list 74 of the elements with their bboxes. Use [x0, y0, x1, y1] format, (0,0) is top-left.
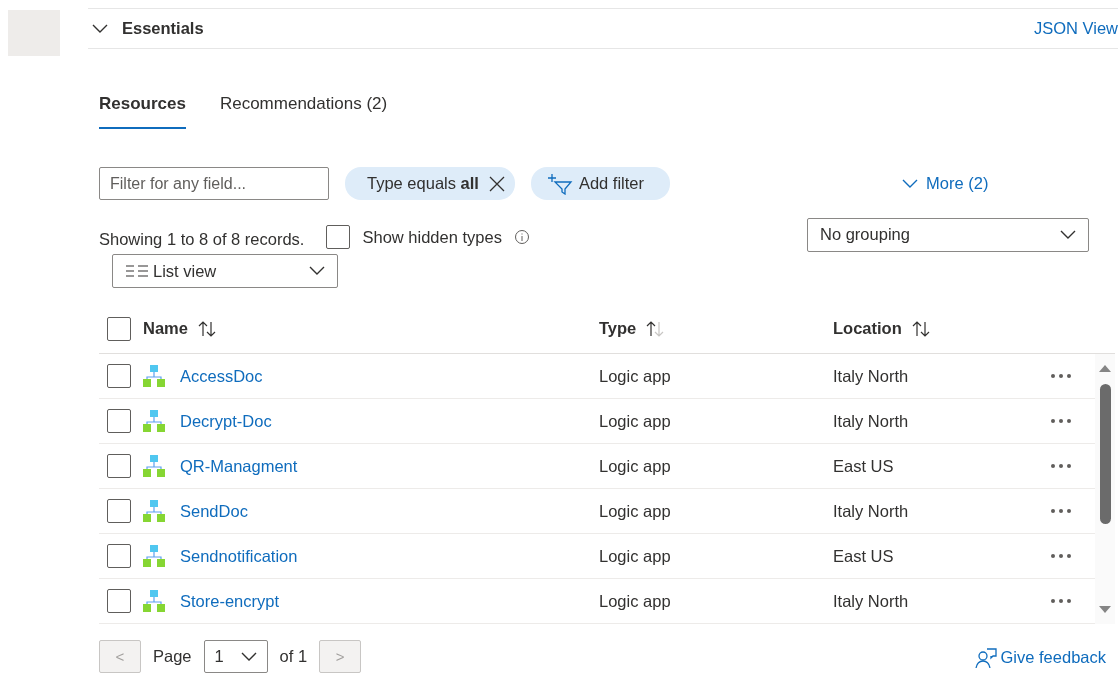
- page-label: Page: [153, 646, 192, 668]
- row-checkbox[interactable]: [107, 499, 131, 524]
- sort-icon: [911, 319, 930, 338]
- scroll-down-icon[interactable]: [1099, 606, 1111, 615]
- json-view-link[interactable]: JSON View: [1033, 16, 1118, 41]
- scroll-thumb[interactable]: [1099, 384, 1111, 525]
- location-cell-text: East US: [833, 545, 895, 567]
- type-cell-text: Logic app: [599, 500, 672, 522]
- more-icon: [1050, 373, 1072, 380]
- location-cell-text: Italy North: [833, 590, 910, 612]
- close-icon[interactable]: [488, 175, 505, 192]
- more-icon: [1050, 463, 1072, 470]
- section-title: Essentials: [122, 18, 204, 40]
- page-dropdown[interactable]: 1: [203, 640, 268, 674]
- more-icon: [1050, 508, 1072, 515]
- column-header[interactable]: Location: [833, 316, 1050, 342]
- resource-link[interactable]: QR-Managment: [180, 453, 599, 479]
- type-cell-text: Logic app: [599, 545, 672, 567]
- row-checkbox[interactable]: [107, 454, 131, 479]
- add-filter-button[interactable]: Add filter: [530, 167, 671, 200]
- column-header[interactable]: Type: [599, 316, 833, 342]
- chevron-down-icon: [240, 651, 257, 662]
- type-cell-text: Logic app: [599, 410, 672, 432]
- row-checkbox[interactable]: [107, 544, 131, 569]
- chevron-down-icon: [902, 178, 919, 189]
- tab[interactable]: Resources: [99, 91, 186, 129]
- filter-field[interactable]: Filter for any field...: [99, 167, 329, 200]
- type-cell-text: Logic app: [599, 365, 672, 387]
- grouping-dropdown[interactable]: No grouping: [807, 217, 1089, 252]
- type-cell-text: Logic app: [599, 590, 672, 612]
- view-dropdown[interactable]: List view: [112, 254, 338, 289]
- sort-icon: [197, 319, 216, 338]
- feedback-link[interactable]: Give feedback: [974, 645, 1106, 671]
- logic-app-icon: [143, 365, 165, 388]
- logic-app-icon: [143, 455, 165, 478]
- row-checkbox[interactable]: [107, 364, 131, 389]
- logic-app-icon: [143, 410, 165, 433]
- sort-icon: [646, 319, 665, 338]
- chevron-down-icon: [309, 266, 325, 277]
- location-cell-text: East US: [833, 455, 895, 477]
- logic-app-icon: [143, 545, 165, 568]
- location-cell-text: Italy North: [833, 500, 910, 522]
- page-count: of 1: [279, 646, 308, 668]
- chevron-down-icon: [1060, 229, 1076, 240]
- resource-link[interactable]: Sendnotification: [180, 543, 599, 569]
- info-icon: [513, 228, 530, 245]
- essentials-toggle[interactable]: [92, 23, 108, 34]
- row-checkbox[interactable]: [107, 409, 131, 434]
- resource-link[interactable]: Decrypt-Doc: [180, 408, 599, 434]
- resource-link[interactable]: AccessDoc: [180, 363, 599, 389]
- record-count: Showing 1 to 8 of 8 records.: [99, 228, 305, 250]
- chevron-down-icon: [92, 23, 108, 34]
- show-hidden-checkbox[interactable]: Show hidden types: [326, 224, 502, 250]
- column-header[interactable]: Name: [143, 316, 599, 342]
- scrollbar[interactable]: [1095, 354, 1115, 625]
- select-all-checkbox[interactable]: [107, 316, 131, 341]
- resource-link[interactable]: Store-encrypt: [180, 588, 599, 614]
- tab[interactable]: Recommendations (2): [219, 91, 388, 129]
- list-icon: [125, 263, 149, 280]
- more-link[interactable]: More (2): [902, 171, 989, 196]
- more-icon: [1050, 598, 1072, 605]
- more-icon: [1050, 553, 1072, 560]
- logic-app-icon: [143, 500, 165, 523]
- location-cell-text: Italy North: [833, 365, 910, 387]
- more-icon: [1050, 418, 1072, 425]
- filter-add-icon: [546, 172, 573, 195]
- scroll-up-icon[interactable]: [1099, 364, 1111, 373]
- feedback-icon: [974, 647, 997, 668]
- logic-app-icon: [143, 590, 165, 613]
- type-cell-text: Logic app: [599, 455, 672, 477]
- filter-pill[interactable]: Type equals all: [345, 167, 515, 200]
- row-checkbox[interactable]: [107, 589, 131, 614]
- resource-link[interactable]: SendDoc: [180, 498, 599, 524]
- location-cell-text: Italy North: [833, 410, 910, 432]
